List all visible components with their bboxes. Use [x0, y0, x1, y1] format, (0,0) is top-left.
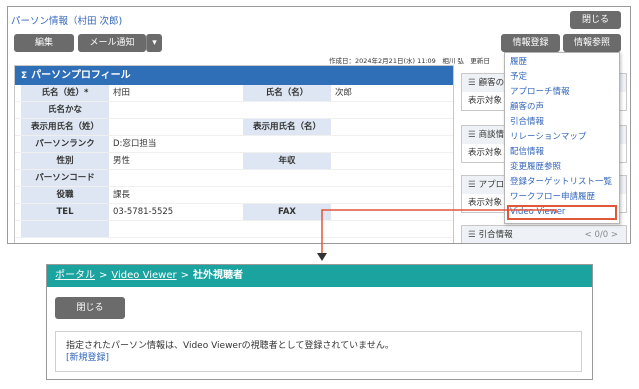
chevron-down-icon[interactable]: ▾	[146, 34, 162, 52]
person-info-window: パーソン情報（村田 次郎) 閉じる 編集 メール通知 ▾ 情報登録 情報参照 作…	[7, 6, 631, 244]
pager[interactable]: < 0/0 >	[585, 226, 618, 243]
menu-item[interactable]: 顧客の声	[505, 100, 619, 115]
message-box: 指定されたパーソン情報は、Video Viewerの視聴者として登録されていませ…	[55, 331, 582, 372]
profile-row: パーソンコード	[15, 170, 453, 187]
breadcrumb-separator: >	[99, 270, 108, 281]
collapse-icon[interactable]: Σ	[21, 71, 27, 81]
field-label: 氏名（姓）*	[21, 85, 109, 101]
side-panel-title: 商談情	[478, 130, 505, 140]
profile-row: 表示用氏名（姓） 表示用氏名（名）	[15, 119, 453, 136]
profile-row: 性別 男性 年収	[15, 153, 453, 170]
field-label: 年収	[243, 153, 331, 169]
side-panel-inquiry: ☰ 引合情報 < 0/0 >	[461, 225, 627, 243]
profile-row: 役職 課長	[15, 187, 453, 204]
menu-item[interactable]: 予定	[505, 70, 619, 85]
menu-item[interactable]: 履歴	[505, 55, 619, 70]
new-register-link[interactable]: [新規登録]	[66, 352, 571, 364]
not-registered-message: 指定されたパーソン情報は、Video Viewerの視聴者として登録されていませ…	[66, 341, 394, 351]
side-panel-title: アプロ	[478, 180, 505, 190]
menu-item[interactable]: 登録ターゲットリスト一覧	[505, 175, 619, 190]
field-value: 03-5781-5525	[113, 207, 174, 217]
field-label: 性別	[21, 153, 109, 169]
person-profile-section: Σ パーソンプロフィール 氏名（姓）* 村田 氏名（名） 次郎 氏名かな 表示用氏名（姓）表…	[14, 65, 454, 243]
menu-item[interactable]: ワークフロー申請履歴	[505, 190, 619, 205]
field-label: 氏名（名）	[243, 85, 331, 101]
field-label: パーソンコード	[21, 170, 109, 186]
side-panel-title: 顧客の	[478, 78, 505, 88]
field-label: 表示用氏名（名）	[243, 119, 331, 135]
close-button[interactable]: 閉じる	[55, 297, 125, 319]
info-reference-menu: 履歴 予定 アプローチ情報 顧客の声 引合情報 リレーションマップ 配信情報 変更履歴参照 登録…	[504, 52, 620, 224]
field-value: D:窓口担当	[113, 139, 157, 149]
menu-item[interactable]: Video Viewer	[507, 205, 617, 220]
close-button[interactable]: 閉じる	[570, 11, 621, 29]
breadcrumb-current: 社外視聴者	[192, 270, 243, 281]
field-label: 表示用氏名（姓）	[21, 119, 109, 135]
created-meta: 作成日：2024年2月21日(水) 11:09 相川 弘 更新日	[329, 57, 490, 65]
field-label: TEL	[21, 204, 109, 220]
profile-header[interactable]: Σ パーソンプロフィール	[15, 66, 453, 85]
list-icon: ☰	[468, 130, 476, 140]
menu-item[interactable]: 変更履歴参照	[505, 160, 619, 175]
menu-item[interactable]: アプローチ情報	[505, 85, 619, 100]
profile-row: パーソンランク D:窓口担当	[15, 136, 453, 153]
profile-row: TEL 03-5781-5525 FAX	[15, 204, 453, 221]
page-title: パーソン情報（村田 次郎)	[11, 16, 123, 27]
mail-notify-button[interactable]: メール通知	[78, 34, 146, 52]
profile-row: 氏名（姓）* 村田 氏名（名） 次郎	[15, 85, 453, 102]
profile-rows: 氏名（姓）* 村田 氏名（名） 次郎 氏名かな 表示用氏名（姓） 表示用氏名（名） パーソンラ…	[15, 85, 453, 238]
field-label: 役職	[21, 187, 109, 203]
list-icon: ☰	[468, 180, 476, 190]
side-panel-header[interactable]: ☰ 引合情報 < 0/0 >	[462, 226, 626, 243]
field-value: 村田	[113, 88, 131, 98]
field-label: FAX	[243, 204, 331, 220]
list-icon: ☰	[468, 230, 476, 240]
breadcrumb-video-viewer-link[interactable]: Video Viewer	[111, 270, 176, 281]
video-viewer-window: ポータル > Video Viewer > 社外視聴者 閉じる 指定されたパーソン情報は…	[46, 264, 593, 380]
breadcrumb-separator: >	[180, 270, 189, 281]
field-value: 課長	[113, 190, 131, 200]
side-panel-title: 引合情報	[478, 230, 513, 240]
field-value: 次郎	[335, 88, 353, 98]
list-icon: ☰	[468, 78, 476, 88]
menu-item[interactable]: 引合情報	[505, 115, 619, 130]
menu-item[interactable]: リレーションマップ	[505, 130, 619, 145]
arrow-head-icon	[317, 253, 327, 261]
field-label: 氏名かな	[21, 102, 109, 118]
info-reference-button[interactable]: 情報参照	[563, 34, 621, 52]
info-register-button[interactable]: 情報登録	[501, 34, 560, 52]
profile-row	[15, 221, 453, 238]
profile-row: 氏名かな	[15, 102, 453, 119]
breadcrumb-portal-link[interactable]: ポータル	[55, 270, 95, 281]
profile-header-label: パーソンプロフィール	[31, 70, 131, 81]
edit-button[interactable]: 編集	[14, 34, 74, 52]
field-label	[21, 221, 109, 237]
breadcrumb: ポータル > Video Viewer > 社外視聴者	[47, 265, 592, 287]
field-label: パーソンランク	[21, 136, 109, 152]
title-bar: パーソン情報（村田 次郎)	[8, 7, 630, 31]
menu-item[interactable]: 配信情報	[505, 145, 619, 160]
field-value: 男性	[113, 156, 131, 166]
